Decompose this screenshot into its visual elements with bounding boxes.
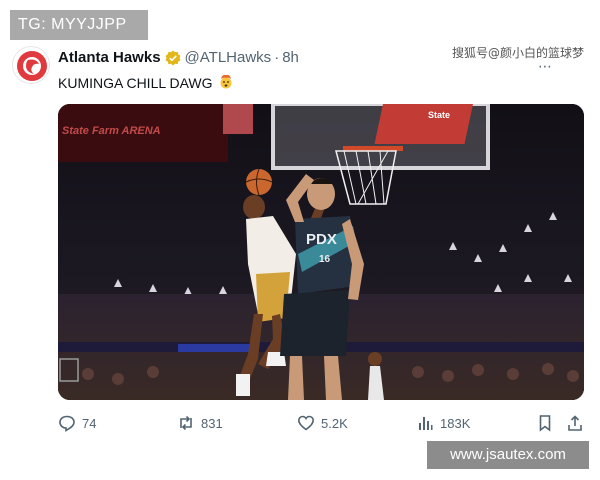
site-watermark: www.jsautex.com xyxy=(427,441,589,469)
like-count: 5.2K xyxy=(321,415,348,431)
timestamp[interactable]: 8h xyxy=(282,49,299,66)
tweet-text: KUMINGA CHILL DAWG xyxy=(58,73,234,92)
author-name[interactable]: Atlanta Hawks xyxy=(58,49,161,66)
views-button[interactable]: 183K xyxy=(416,414,470,432)
separator-dot: · xyxy=(274,49,280,66)
repost-button[interactable]: 831 xyxy=(177,414,223,432)
heart-icon xyxy=(297,415,315,431)
arena-sign: State Farm ARENA xyxy=(62,125,161,137)
views-chart-icon xyxy=(419,417,433,430)
reply-button[interactable]: 74 xyxy=(58,414,96,432)
jersey-text: PDX xyxy=(306,231,337,248)
bookmark-icon xyxy=(539,415,551,432)
more-options-icon[interactable]: ⋯ xyxy=(538,58,552,75)
author-handle[interactable]: @ATLHawks xyxy=(185,49,272,66)
gold-verified-badge-icon xyxy=(165,50,181,66)
share-button[interactable] xyxy=(566,414,590,432)
repost-count: 831 xyxy=(201,415,223,431)
exploding-head-icon xyxy=(218,73,234,92)
reply-count: 74 xyxy=(82,415,97,431)
backboard-sign: State xyxy=(428,110,450,120)
dunk-photo: State Farm ARENA State PDX 16 xyxy=(58,104,584,400)
views-count: 183K xyxy=(440,415,471,431)
reply-icon xyxy=(59,415,75,432)
bookmark-button[interactable] xyxy=(536,414,560,432)
share-icon xyxy=(568,415,582,431)
tweet-actions: 74 831 5.2K 183K xyxy=(58,414,584,434)
avatar[interactable] xyxy=(12,46,50,84)
repost-icon xyxy=(180,415,192,431)
tweet-text-content: KUMINGA CHILL DAWG xyxy=(58,74,213,91)
sohu-watermark: 搜狐号@颜小白的篮球梦 xyxy=(452,46,585,60)
tg-watermark: TG: MYYJJPP xyxy=(10,10,148,40)
hawks-logo-icon xyxy=(17,51,47,81)
like-button[interactable]: 5.2K xyxy=(297,414,348,432)
tweet-media[interactable]: State Farm ARENA State PDX 16 xyxy=(58,104,584,400)
tweet-header: Atlanta Hawks @ATLHawks · 8h xyxy=(58,49,299,66)
jersey-number: 16 xyxy=(319,254,331,265)
